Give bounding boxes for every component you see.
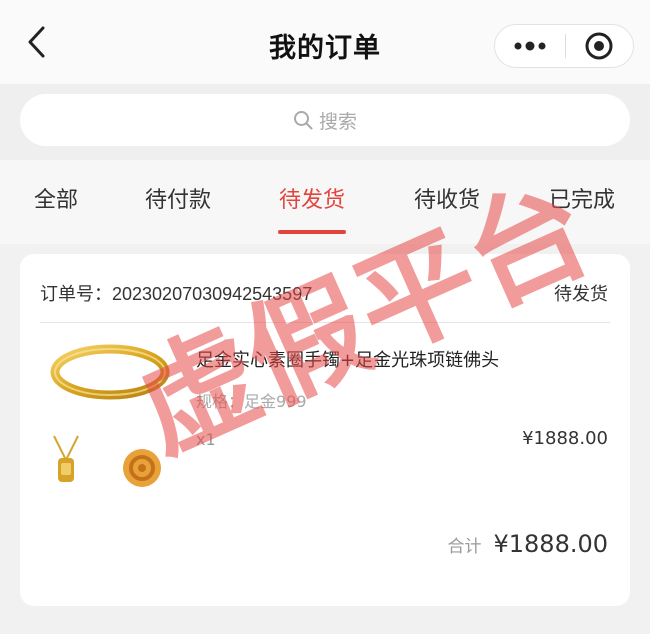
- order-number-label: 订单号：: [40, 284, 112, 304]
- order-status: 待发货: [554, 284, 608, 305]
- close-button[interactable]: [566, 25, 634, 67]
- search-icon: [293, 111, 313, 130]
- tab-all[interactable]: 全部: [34, 182, 78, 214]
- order-card[interactable]: 订单号：20230207030942543597 待发货 足金实心素圈手镯+足金…: [20, 254, 630, 606]
- order-number: 订单号：20230207030942543597: [40, 280, 312, 306]
- search-area: 搜索: [0, 84, 650, 160]
- product-spec: 规格：足金999: [196, 388, 307, 412]
- order-total: 合计 ¥1888.00: [447, 530, 608, 558]
- search-input[interactable]: 搜索: [20, 94, 630, 146]
- tab-pending-shipment[interactable]: 待发货: [279, 182, 345, 214]
- search-placeholder: 搜索: [318, 110, 357, 133]
- nav-bar: 我的订单: [0, 0, 650, 84]
- mini-program-capsule: [494, 24, 634, 68]
- product-quantity: x1: [196, 430, 216, 449]
- tab-pending-receipt[interactable]: 待收货: [414, 182, 480, 214]
- more-button[interactable]: [495, 25, 565, 67]
- tab-pending-payment[interactable]: 待付款: [145, 182, 211, 214]
- tab-completed[interactable]: 已完成: [549, 182, 615, 214]
- total-label: 合计: [447, 537, 482, 557]
- more-dots-icon: [514, 41, 546, 51]
- product-spec-label: 规格：: [196, 392, 245, 411]
- divider: [40, 322, 610, 323]
- active-tab-indicator: [278, 230, 346, 234]
- order-number-value: 20230207030942543597: [112, 284, 313, 304]
- target-circle-icon: [585, 32, 613, 60]
- product-image[interactable]: [46, 338, 176, 488]
- product-price: ¥1888.00: [522, 428, 608, 449]
- necklace-chain: [53, 435, 79, 463]
- product-spec-value: 足金999: [244, 392, 307, 411]
- total-value: ¥1888.00: [493, 530, 608, 558]
- product-title[interactable]: 足金实心素圈手镯+足金光珠项链佛头: [196, 346, 499, 372]
